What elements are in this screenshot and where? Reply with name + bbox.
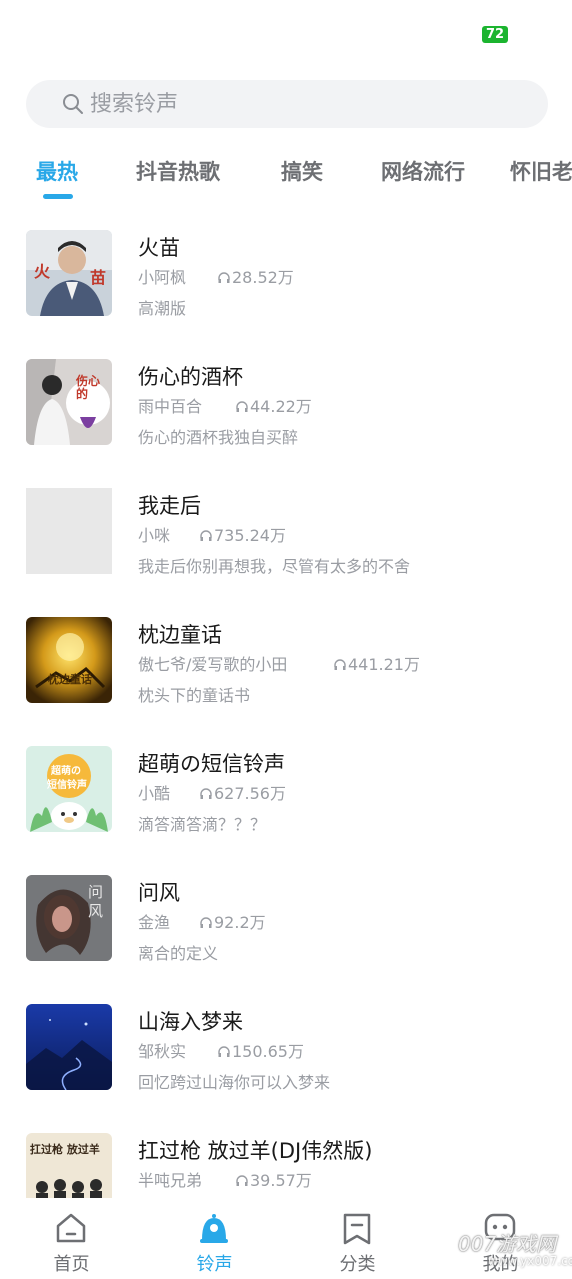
song-artist: 傲七爷/爱写歌的小田 bbox=[138, 655, 288, 674]
nav-label: 铃声 bbox=[196, 1254, 233, 1275]
song-desc: 枕头下的童话书 bbox=[138, 686, 251, 705]
song-title: 山海入梦来 bbox=[138, 1010, 243, 1034]
play-count: 28.52万 bbox=[218, 264, 294, 288]
cover-image: 火 苗 bbox=[26, 230, 112, 316]
song-artist: 邹秋实 bbox=[138, 1042, 187, 1061]
search-bar[interactable] bbox=[26, 80, 548, 128]
song-desc: 回忆跨过山海你可以入梦来 bbox=[138, 1073, 331, 1092]
list-item[interactable]: 火 苗 火苗 小阿枫 28.52万 高潮版 bbox=[0, 210, 572, 339]
search-icon bbox=[63, 94, 83, 114]
song-artist: 雨中百合 bbox=[138, 397, 203, 416]
list-item[interactable]: 超萌の 短信铃声 超萌の短信铃声 小酷 627.56万 滴答滴答滴？？？ bbox=[0, 726, 572, 855]
list-item[interactable]: 山海入梦来 邹秋实 150.65万 回忆跨过山海你可以入梦来 bbox=[0, 984, 572, 1113]
play-count: 735.24万 bbox=[200, 522, 286, 546]
nav-label: 分类 bbox=[339, 1254, 376, 1275]
battery-indicator: 72 bbox=[482, 26, 508, 43]
song-desc: 我走后你别再想我，尽管有太多的不舍 bbox=[138, 557, 411, 576]
cover-image: 枕边童话 bbox=[26, 617, 112, 703]
headphone-icon bbox=[218, 272, 230, 283]
song-artist: 小咪 bbox=[138, 526, 171, 545]
watermark-url: www.yx007.com bbox=[488, 1254, 572, 1268]
play-count: 92.2万 bbox=[200, 909, 266, 933]
status-bar: 72 bbox=[0, 0, 572, 60]
song-title: 伤心的酒杯 bbox=[138, 365, 243, 389]
play-count: 441.21万 bbox=[334, 651, 420, 675]
list-item[interactable]: 伤心的 伤心的酒杯 雨中百合 44.22万 伤心的酒杯我独自买醉 bbox=[0, 339, 572, 468]
play-count: 39.57万 bbox=[236, 1167, 312, 1191]
nav-ringtone[interactable]: 铃声 bbox=[143, 1198, 286, 1279]
cover-image: 伤心的 bbox=[26, 359, 112, 445]
nav-home[interactable]: 首页 bbox=[0, 1198, 143, 1279]
play-count: 44.22万 bbox=[236, 393, 312, 417]
tab-hot[interactable]: 最热 bbox=[36, 156, 78, 196]
tab-network[interactable]: 网络流行 bbox=[381, 156, 465, 196]
song-desc: 高潮版 bbox=[138, 299, 187, 318]
cover-text: 火 bbox=[34, 262, 51, 281]
home-icon bbox=[56, 1213, 86, 1243]
song-title: 问风 bbox=[138, 881, 180, 905]
bell-icon bbox=[200, 1214, 228, 1243]
watermark: 007游戏网 bbox=[458, 1232, 557, 1256]
tab-active-indicator bbox=[43, 194, 73, 199]
bookmark-icon bbox=[343, 1213, 371, 1245]
search-input[interactable] bbox=[90, 91, 510, 117]
tab-funny[interactable]: 搞笑 bbox=[281, 156, 323, 196]
song-artist: 金渔 bbox=[138, 913, 171, 932]
cover-text: 伤心的 bbox=[76, 374, 101, 401]
cover-text: 短信铃声 bbox=[47, 780, 87, 791]
cover-image: 问风 bbox=[26, 875, 112, 961]
cover-text: 超萌の bbox=[51, 766, 81, 777]
list-item[interactable]: 我走后 小咪 735.24万 我走后你别再想我，尽管有太多的不舍 bbox=[0, 468, 572, 597]
list-item[interactable]: 扛过枪 放过羊 扛过枪 放过羊(DJ伟然版) 半吨兄弟 39.57万 bbox=[0, 1113, 572, 1198]
nav-category[interactable]: 分类 bbox=[286, 1198, 429, 1279]
song-desc: 伤心的酒杯我独自买醉 bbox=[138, 428, 299, 447]
category-tabs: 最热 抖音热歌 搞笑 网络流行 怀旧老 bbox=[0, 150, 572, 200]
cover-text: 问风 bbox=[88, 883, 104, 920]
headphone-icon bbox=[200, 788, 212, 799]
headphone-icon bbox=[200, 917, 212, 928]
headphone-icon bbox=[200, 530, 212, 541]
headphone-icon bbox=[236, 401, 248, 412]
list-item[interactable]: 枕边童话 枕边童话 傲七爷/爱写歌的小田 441.21万 枕头下的童话书 bbox=[0, 597, 572, 726]
cover-image: 超萌の 短信铃声 bbox=[26, 746, 112, 832]
cover-image bbox=[26, 1004, 112, 1090]
cover-placeholder bbox=[26, 488, 112, 574]
tab-douyin[interactable]: 抖音热歌 bbox=[136, 156, 220, 196]
headphone-icon bbox=[236, 1175, 248, 1186]
cover-text: 苗 bbox=[90, 268, 107, 287]
cover-text: 扛过枪 放过羊 bbox=[30, 1143, 100, 1156]
list-item[interactable]: 问风 问风 金渔 92.2万 离合的定义 bbox=[0, 855, 572, 984]
cover-text: 枕边童话 bbox=[48, 673, 92, 686]
song-title: 火苗 bbox=[138, 236, 180, 260]
nav-label: 首页 bbox=[53, 1254, 90, 1275]
play-count: 150.65万 bbox=[218, 1038, 304, 1062]
ringtone-list[interactable]: 火 苗 火苗 小阿枫 28.52万 高潮版 伤心的 伤心的酒杯 雨中百合 44.… bbox=[0, 210, 572, 1198]
headphone-icon bbox=[334, 659, 346, 670]
cover-image: 扛过枪 放过羊 bbox=[26, 1133, 112, 1198]
song-title: 枕边童话 bbox=[138, 623, 222, 647]
song-title: 扛过枪 放过羊(DJ伟然版) bbox=[138, 1139, 373, 1163]
headphone-icon bbox=[218, 1046, 230, 1057]
song-artist: 半吨兄弟 bbox=[138, 1171, 203, 1190]
song-title: 我走后 bbox=[138, 494, 201, 518]
song-artist: 小阿枫 bbox=[138, 268, 187, 287]
tab-nostalgic[interactable]: 怀旧老 bbox=[510, 156, 572, 196]
song-title: 超萌の短信铃声 bbox=[138, 752, 285, 776]
song-artist: 小酷 bbox=[138, 784, 171, 803]
play-count: 627.56万 bbox=[200, 780, 286, 804]
song-desc: 离合的定义 bbox=[138, 944, 219, 963]
song-desc: 滴答滴答滴？？？ bbox=[138, 815, 267, 834]
